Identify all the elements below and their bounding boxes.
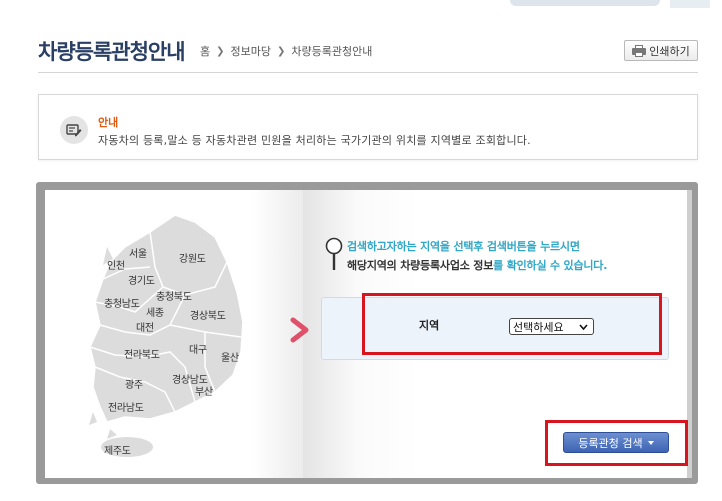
korea-map-shape [89,214,244,457]
chevron-right-icon: ❯ [277,45,286,57]
notice-text: 자동차의 등록,말소 등 자동차관련 민원을 처리하는 국가기관의 위치를 지역… [98,134,531,147]
map-region-gyeonggi[interactable]: 경기도 [128,272,155,287]
info-result-note: 해당지역의 차량등록사업소 정보를 확인하실 수 있습니다. [347,259,608,272]
notice-title: 안내 [98,116,119,129]
breadcrumb-home[interactable]: 홈 [200,43,210,59]
chevron-right-icon [290,317,309,343]
map-region-incheon[interactable]: 인천 [107,257,125,272]
map-region-jeju[interactable]: 제주도 [104,442,131,457]
top-decoration [500,0,722,10]
map-region-jeonbuk[interactable]: 전라북도 [124,346,160,361]
page-title: 차량등록관청안내 [38,40,186,64]
chevron-right-icon: ❯ [216,45,225,57]
breadcrumb-info[interactable]: 정보마당 [231,43,271,59]
breadcrumb: 홈 ❯ 정보마당 ❯ 차량등록관청안내 [200,43,372,59]
map-region-ulsan[interactable]: 울산 [221,349,239,364]
notice-box: 안내 자동차의 등록,말소 등 자동차관련 민원을 처리하는 국가기관의 위치를… [38,94,698,160]
map-region-gangwon[interactable]: 강원도 [179,250,206,265]
print-button[interactable]: 인쇄하기 [624,40,698,61]
map-region-chungnam[interactable]: 충청남도 [104,295,140,310]
print-label: 인쇄하기 [649,44,690,58]
map-region-seoul[interactable]: 서울 [129,245,147,260]
map-region-daegu[interactable]: 대구 [189,341,207,356]
map-region-chungbuk[interactable]: 충청북도 [156,288,192,303]
printer-icon [632,44,647,57]
info-instruction: 검색하고자하는 지역을 선택후 검색버튼을 누르시면 [347,240,580,253]
region-selected-value: 선택하세요 [513,320,564,334]
search-office-button[interactable]: 등록관청 검색 [563,432,669,453]
region-dropdown[interactable]: 선택하세요 [509,318,594,335]
lightbulb-icon [325,237,343,270]
pencil-note-icon [60,116,88,144]
map-region-sejong[interactable]: 세종 [146,304,164,319]
breadcrumb-current: 차량등록관청안내 [291,45,373,58]
map-region-jeonnam[interactable]: 전라남도 [108,399,144,414]
search-button-label: 등록관청 검색 [578,436,643,450]
chevron-down-icon [577,320,590,333]
map-region-gwangju[interactable]: 광주 [125,376,143,391]
korea-map[interactable]: 서울 인천 강원도 경기도 충청북도 충청남도 세종 경상북도 대전 대구 전라… [55,207,255,467]
header-divider [38,72,698,73]
map-region-gyeongbuk[interactable]: 경상북도 [190,307,226,322]
map-region-daejeon[interactable]: 대전 [136,319,154,334]
region-label: 지역 [419,319,440,332]
caret-down-icon [647,441,654,445]
map-region-busan[interactable]: 부산 [195,383,213,398]
